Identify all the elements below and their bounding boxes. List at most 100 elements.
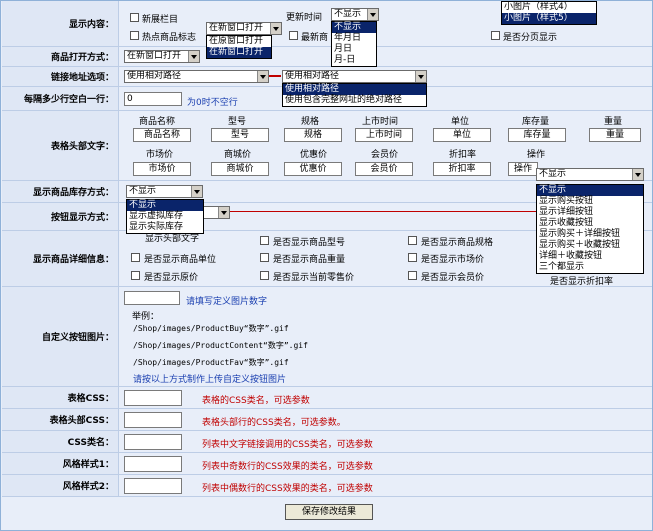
label-header-text: 表格头部文字： <box>2 111 119 180</box>
detail-checkbox-1[interactable] <box>260 236 269 245</box>
button-option-1[interactable]: 不显示 <box>537 185 643 196</box>
header-css-input[interactable] <box>124 412 182 428</box>
per-row-hint: 为0时不空行 <box>187 98 238 108</box>
button-mode-options: 不显示 显示购买按钮 显示详细按钮 显示收藏按钮 显示购买＋详细按钮 显示购买＋… <box>536 184 644 274</box>
open-option-1[interactable]: 在原窗口打开 <box>207 36 271 47</box>
header-col-10: 优惠价 <box>300 150 328 160</box>
header-col-11: 会员价 <box>371 150 399 160</box>
link-option-1[interactable]: 使用相对路径 <box>283 84 426 95</box>
time-option-3[interactable]: 月日 <box>332 44 376 55</box>
row-css-class: CSS类名： 列表中文字链接调用的CSS类名，可选参数 <box>2 431 652 453</box>
css-class-input[interactable] <box>124 434 182 450</box>
stock-select[interactable]: 不显示 <box>126 185 203 198</box>
chevron-down-icon <box>270 23 281 34</box>
chevron-down-icon <box>191 186 202 197</box>
time-option-4[interactable]: 月-日 <box>332 55 376 66</box>
row-style-2: 风格样式2： 列表中偶数行的CSS效果的类名，可选参数 <box>2 475 652 497</box>
header-css-hint: 表格头部行的CSS类名，可选参数。 <box>202 418 346 428</box>
header-col-3: 规格 <box>301 117 320 127</box>
stock-option-2[interactable]: 显示虚拟库存 <box>127 211 203 222</box>
hot-flag-text: 热点商品标志 <box>142 33 197 43</box>
button-option-3[interactable]: 显示详细按钮 <box>537 207 643 218</box>
detail-checkbox-2[interactable] <box>408 236 417 245</box>
detail-text-3: 是否显示商品单位 <box>144 255 217 265</box>
newest-checkbox[interactable] <box>289 31 298 40</box>
stock-options: 不显示 显示虚拟库存 显示实际库存 <box>126 199 204 234</box>
style-2-input[interactable] <box>124 478 182 494</box>
chevron-down-icon <box>188 51 199 62</box>
header-input-3[interactable]: 规格 <box>284 128 342 142</box>
detail-checkbox-7[interactable] <box>260 271 269 280</box>
image-style-option-5[interactable]: 小图片（样式5） <box>502 13 596 24</box>
open-window-select[interactable]: 在新窗口打开 <box>206 22 282 35</box>
header-input-7[interactable]: 重量 <box>589 128 641 142</box>
detail-checkbox-5[interactable] <box>408 253 417 262</box>
row-header-css: 表格头部CSS： 表格头部行的CSS类名，可选参数。 <box>2 409 652 431</box>
link-select[interactable]: 使用相对路径 <box>124 70 269 83</box>
detail-checkbox-8[interactable] <box>408 271 417 280</box>
label-style-1: 风格样式1： <box>2 453 119 474</box>
image-style-options: 小图片（样式4） 小图片（样式5） <box>501 1 597 25</box>
image-style-option-4[interactable]: 小图片（样式4） <box>502 2 596 13</box>
style-1-hint: 列表中奇数行的CSS效果的类名，可选参数 <box>202 462 373 472</box>
label-link-option: 链接地址选项： <box>2 67 119 86</box>
button-options-select-wide[interactable]: 不显示 <box>536 168 644 181</box>
time-select[interactable]: 不显示 <box>331 8 379 21</box>
detail-text-7: 是否显示当前零售价 <box>273 273 355 283</box>
label-stock: 显示商品库存方式： <box>2 181 119 202</box>
link-select-open[interactable]: 使用相对路径 <box>282 70 427 83</box>
label-custom-button: 自定义按钮图片： <box>2 287 119 386</box>
stock-option-1[interactable]: 不显示 <box>127 200 203 211</box>
header-input-2[interactable]: 型号 <box>211 128 269 142</box>
header-input-6[interactable]: 库存量 <box>508 128 566 142</box>
button-option-5[interactable]: 显示购买＋详细按钮 <box>537 229 643 240</box>
detail-text-5: 是否显示市场价 <box>421 255 485 265</box>
new-column-checkbox[interactable] <box>130 13 139 22</box>
custom-button-input[interactable] <box>124 291 180 305</box>
header-input-12[interactable]: 折扣率 <box>433 162 491 176</box>
time-option-1[interactable]: 不显示 <box>332 22 376 33</box>
custom-button-hint: 请填写定义图片数字 <box>186 297 268 307</box>
per-row-input[interactable]: 0 <box>124 92 182 106</box>
open-window-options: 在原窗口打开 在新窗口打开 <box>206 35 272 59</box>
button-option-4[interactable]: 显示收藏按钮 <box>537 218 643 229</box>
row-submit: 保存修改结果 <box>2 497 652 530</box>
header-input-11[interactable]: 会员价 <box>355 162 413 176</box>
label-detail-info: 显示商品详细信息： <box>2 231 119 286</box>
header-input-1[interactable]: 商品名称 <box>133 128 191 142</box>
open-mode-select[interactable]: 在新窗口打开 <box>124 50 200 63</box>
button-option-2[interactable]: 显示购买按钮 <box>537 196 643 207</box>
save-button[interactable]: 保存修改结果 <box>285 504 373 520</box>
header-input-13[interactable]: 操作 <box>508 162 538 176</box>
paging-checkbox[interactable] <box>491 31 500 40</box>
detail-checkbox-4[interactable] <box>260 253 269 262</box>
table-css-input[interactable] <box>124 390 182 406</box>
button-option-7[interactable]: 详细＋收藏按钮 <box>537 251 643 262</box>
new-column-text: 新展栏目 <box>142 15 179 25</box>
detail-checkbox-3[interactable] <box>131 253 140 262</box>
header-col-13: 操作 <box>527 150 546 160</box>
link-option-2[interactable]: 使用包含完整网址的绝对路径 <box>283 95 426 106</box>
label-per-row: 每隔多少行空白一行： <box>2 87 119 110</box>
header-input-8[interactable]: 市场价 <box>133 162 191 176</box>
button-option-6[interactable]: 显示购买＋收藏按钮 <box>537 240 643 251</box>
hot-flag-checkbox[interactable] <box>130 31 139 40</box>
header-col-12: 折扣率 <box>449 150 477 160</box>
detail-checkbox-6[interactable] <box>131 271 140 280</box>
button-option-8[interactable]: 三个都显示 <box>537 262 643 273</box>
header-col-2: 型号 <box>228 117 247 127</box>
header-input-4[interactable]: 上市时间 <box>355 128 413 142</box>
time-option-2[interactable]: 年月日 <box>332 33 376 44</box>
header-input-9[interactable]: 商城价 <box>211 162 269 176</box>
row-custom-button: 自定义按钮图片： 请填写定义图片数字 举例： /Shop/images/Prod… <box>2 287 652 387</box>
header-input-5[interactable]: 单位 <box>433 128 491 142</box>
style-1-input[interactable] <box>124 456 182 472</box>
open-option-2[interactable]: 在新窗口打开 <box>207 47 271 58</box>
stock-option-3[interactable]: 显示实际库存 <box>127 222 203 233</box>
link-options: 使用相对路径 使用包含完整网址的绝对路径 <box>282 83 427 107</box>
time-options: 不显示 年月日 月日 月-日 <box>331 21 377 67</box>
header-input-10[interactable]: 优惠价 <box>284 162 342 176</box>
label-header-css: 表格头部CSS： <box>2 409 119 430</box>
chevron-down-icon <box>257 71 268 82</box>
example-path-3: /Shop/images/ProductFav“数字”.gif <box>133 358 289 367</box>
